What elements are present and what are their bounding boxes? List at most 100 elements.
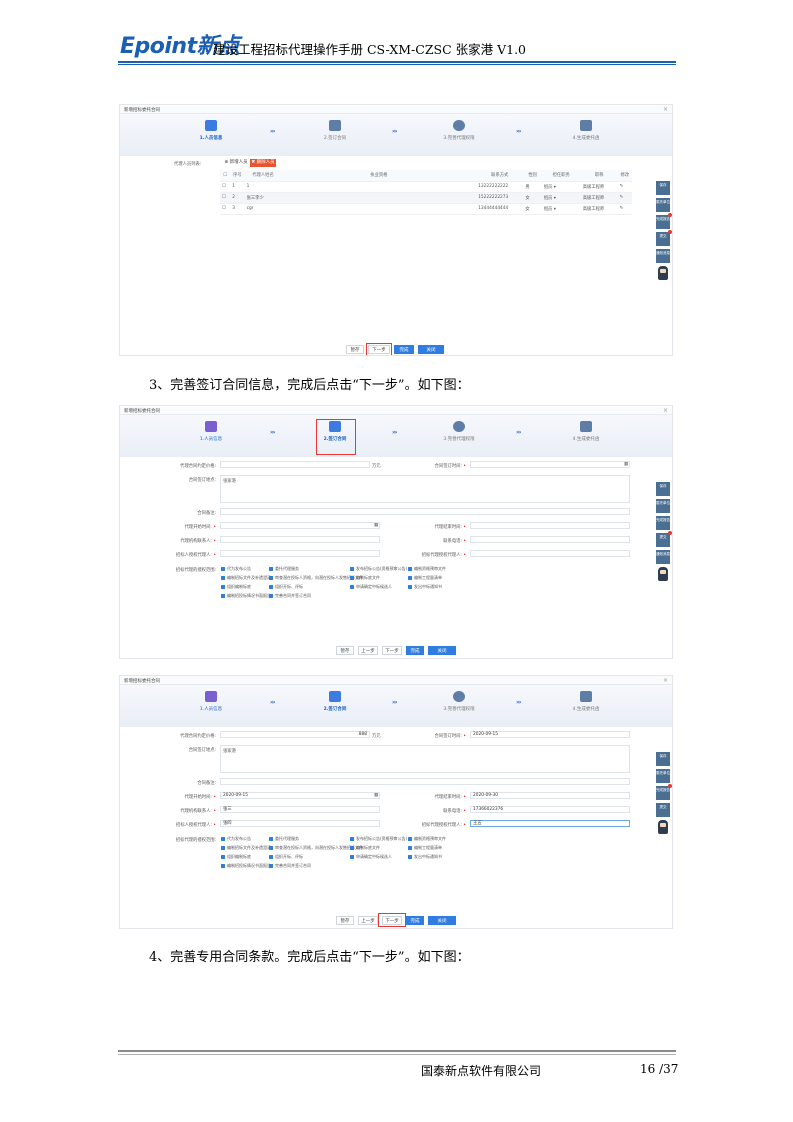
scope-checkbox[interactable]: 编制招标文件及补遗澄清 <box>221 845 271 851</box>
edit-icon[interactable]: ✎ <box>617 181 632 193</box>
scope-checkbox[interactable]: 审查潜在投标人资格，向潜在投标人发售招标文件 <box>269 575 363 581</box>
finish-button[interactable]: 完成 <box>406 646 424 655</box>
scope-checkbox[interactable]: 发布招标公告(资格预审公告) <box>350 566 407 572</box>
step-1[interactable]: 1.人员信息 <box>181 691 241 712</box>
scope-checkbox[interactable]: 完善合同并签订合同 <box>269 863 311 869</box>
step-3[interactable]: 3.完善代理权限 <box>429 421 489 442</box>
amount-field[interactable] <box>220 461 370 468</box>
edit-icon[interactable]: ✎ <box>617 203 632 215</box>
submit-side-button[interactable]: 提交 <box>656 531 672 547</box>
note-field[interactable] <box>220 508 630 515</box>
save-side-button[interactable]: 保存 <box>656 181 670 195</box>
unit-side-button[interactable]: 委托单位 <box>656 769 670 783</box>
scope-checkbox[interactable]: 编制资格预审文件 <box>408 836 446 842</box>
sign-date-field[interactable]: 2020-09-15 <box>470 731 630 738</box>
unit-side-button[interactable]: 委托单位 <box>656 198 670 212</box>
select-all-checkbox[interactable]: ☐ <box>220 170 231 182</box>
scope-checkbox[interactable]: 发布招标公告(资格预审公告) <box>350 836 407 842</box>
step-2[interactable]: 2.签订合同 <box>305 691 365 712</box>
scope-checkbox[interactable]: 申请确定中标候选人 <box>350 584 392 590</box>
close-button[interactable]: 关闭 <box>428 646 456 655</box>
step-3[interactable]: 3.完善代理权限 <box>429 691 489 712</box>
step-3[interactable]: 3.完善代理权限 <box>429 120 489 141</box>
start-date-field[interactable] <box>220 522 380 529</box>
agent-person-field[interactable]: 张四 <box>220 820 380 827</box>
row-checkbox[interactable]: ☐ <box>220 192 231 204</box>
mascot-icon[interactable] <box>658 567 668 581</box>
scope-checkbox[interactable]: 编制标底文件 <box>350 845 380 851</box>
step-4[interactable]: 4.生成委托函 <box>556 421 616 442</box>
scope-checkbox[interactable]: 委托代理服务 <box>269 566 299 572</box>
start-date-field[interactable]: 2020-09-15 <box>220 792 380 799</box>
close-button[interactable]: 关闭 <box>418 345 444 354</box>
mascot-icon[interactable] <box>658 266 668 280</box>
amount-field[interactable]: 888 <box>220 731 370 738</box>
agency-person-field[interactable] <box>470 550 630 557</box>
save-side-button[interactable]: 保存 <box>656 752 670 766</box>
delete-agent-button[interactable]: ✖ 删除人员 <box>250 159 276 167</box>
row-checkbox[interactable]: ☐ <box>220 181 231 193</box>
mascot-icon[interactable] <box>658 820 668 834</box>
contact-field[interactable]: 张三 <box>220 806 380 813</box>
step-4[interactable]: 4.生成委托函 <box>556 691 616 712</box>
submit-side-button[interactable]: 提交 <box>656 230 672 246</box>
scope-checkbox[interactable]: 发出中标通知书 <box>408 854 442 860</box>
prev-step-button[interactable]: 上一步 <box>358 646 378 655</box>
report-side-button[interactable]: 完成报告 <box>656 784 672 800</box>
finish-button[interactable]: 完成 <box>394 345 414 354</box>
save-draft-button[interactable]: 暂存 <box>336 916 354 925</box>
scope-checkbox[interactable]: 代为发布公告 <box>221 566 251 572</box>
scope-checkbox[interactable]: 代为发布公告 <box>221 836 251 842</box>
scope-checkbox[interactable]: 编制工程量清单 <box>408 845 442 851</box>
row-checkbox[interactable]: ☐ <box>220 203 231 215</box>
next-step-button[interactable]: 下一步 <box>382 646 402 655</box>
save-side-button[interactable]: 保存 <box>656 482 670 496</box>
scope-checkbox[interactable]: 组织编制标底 <box>221 854 251 860</box>
phone-field[interactable] <box>470 536 630 543</box>
role-select[interactable]: 组员 ▾ <box>541 181 581 193</box>
step-4[interactable]: 4.生成委托函 <box>556 120 616 141</box>
table-row[interactable]: ☐ 1 1 13222222222 男组员 ▾ 高级工程师 ✎ <box>220 181 632 193</box>
message-side-button[interactable]: 通知消息 <box>656 249 670 263</box>
close-icon[interactable]: × <box>663 407 668 414</box>
phone-field[interactable]: 17366022376 <box>470 806 630 813</box>
role-select[interactable]: 组员 ▾ <box>541 192 581 204</box>
note-field[interactable] <box>220 778 630 785</box>
place-textarea[interactable]: 张家港 <box>220 475 630 503</box>
scope-checkbox[interactable]: 编制资格预审文件 <box>408 566 446 572</box>
edit-icon[interactable]: ✎ <box>617 192 632 204</box>
report-side-button[interactable]: 完成报告 <box>656 213 672 229</box>
end-date-field[interactable]: 2020-09-30 <box>470 792 630 799</box>
table-row[interactable]: ☐ 3 cgr 13444444444 女组员 ▾ 高级工程师 ✎ <box>220 203 632 215</box>
contact-field[interactable] <box>220 536 380 543</box>
report-side-button[interactable]: 完成报告 <box>656 516 670 530</box>
scope-checkbox[interactable]: 编制招投标情况书面报告 <box>221 863 271 869</box>
step-1[interactable]: 1.人员信息 <box>181 120 241 141</box>
unit-side-button[interactable]: 委托单位 <box>656 499 670 513</box>
close-icon[interactable]: × <box>663 677 668 684</box>
scope-checkbox[interactable]: 申请确定中标候选人 <box>350 854 392 860</box>
scope-checkbox[interactable]: 审查潜在投标人资格，向潜在投标人发售招标文件 <box>269 845 363 851</box>
message-side-button[interactable]: 通知消息 <box>656 550 670 564</box>
calendar-icon[interactable]: ▦ <box>624 462 628 467</box>
scope-checkbox[interactable]: 发出中标通知书 <box>408 584 442 590</box>
step-1[interactable]: 1.人员信息 <box>181 421 241 442</box>
agency-person-field[interactable]: 王五 <box>470 820 630 827</box>
close-icon[interactable]: × <box>663 106 668 113</box>
agent-person-field[interactable] <box>220 550 380 557</box>
scope-checkbox[interactable]: 组织开标、评标 <box>269 584 303 590</box>
table-row[interactable]: ☐ 2 张三李少 15222222273 女组员 ▾ 高级工程师 ✎ <box>220 192 632 204</box>
close-button[interactable]: 关闭 <box>428 916 456 925</box>
end-date-field[interactable] <box>470 522 630 529</box>
scope-checkbox[interactable]: 编制招标文件及补遗澄清 <box>221 575 271 581</box>
step-2[interactable]: 2.签订合同 <box>305 120 365 141</box>
save-draft-button[interactable]: 暂存 <box>336 646 354 655</box>
place-textarea[interactable]: 张家港 <box>220 745 630 773</box>
scope-checkbox[interactable]: 委托代理服务 <box>269 836 299 842</box>
finish-button[interactable]: 完成 <box>406 916 424 925</box>
add-agent-button[interactable]: ⊕ 新增人员 <box>223 159 249 167</box>
scope-checkbox[interactable]: 组织编制标底 <box>221 584 251 590</box>
scope-checkbox[interactable]: 完善合同并签订合同 <box>269 593 311 599</box>
scope-checkbox[interactable]: 编制招投标情况书面报告 <box>221 593 271 599</box>
sign-date-field[interactable] <box>470 461 630 468</box>
